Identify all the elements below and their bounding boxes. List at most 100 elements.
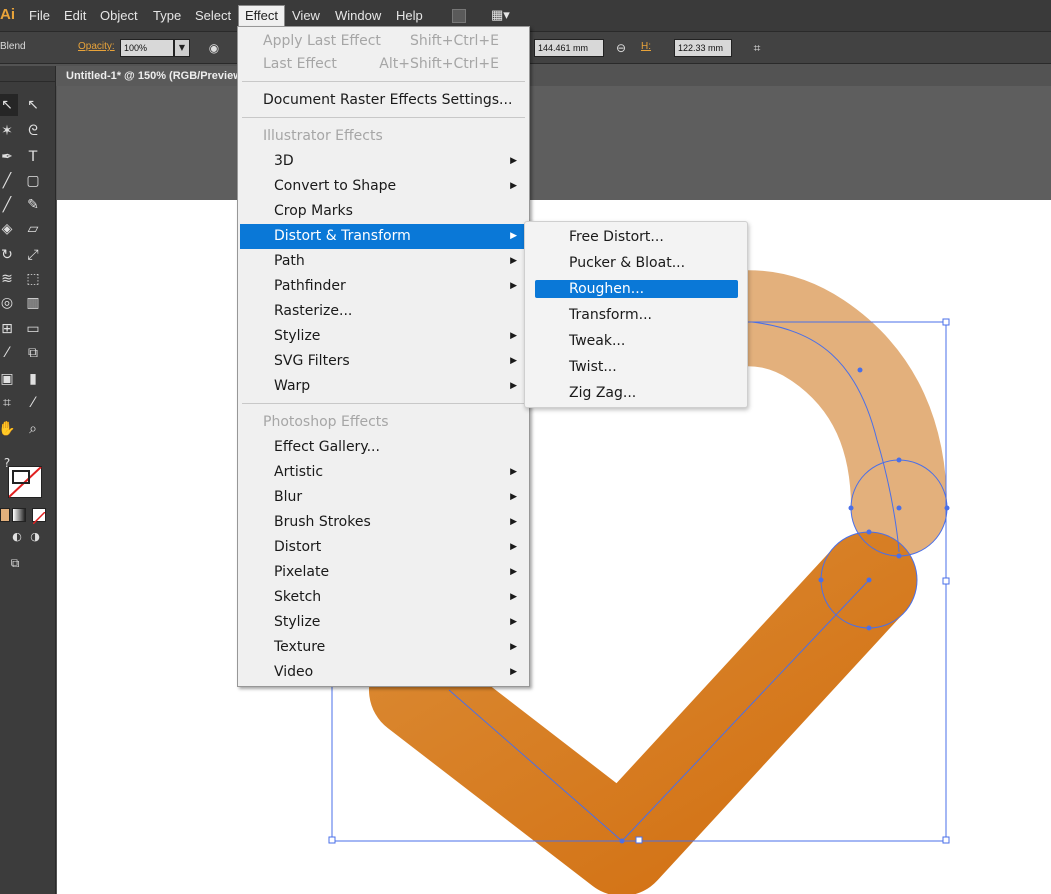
menu-item-stylize-ps[interactable]: Stylize ▶ bbox=[240, 610, 527, 635]
paintbrush-tool-icon[interactable]: ╱ bbox=[0, 194, 18, 216]
submenu-item-transform[interactable]: Transform... bbox=[535, 306, 738, 324]
none-mode-icon[interactable] bbox=[32, 508, 46, 525]
menu-item-pathfinder[interactable]: Pathfinder ▶ bbox=[240, 274, 527, 299]
submenu-arrow-icon: ▶ bbox=[510, 517, 517, 527]
document-raster-effects-settings-item[interactable]: Document Raster Effects Settings... bbox=[240, 88, 527, 113]
arrange-documents-icon[interactable]: ▦▾ bbox=[491, 7, 510, 23]
menu-item-effect-gallery[interactable]: Effect Gallery... bbox=[240, 435, 527, 460]
height-field[interactable]: 122.33 mm bbox=[674, 39, 732, 57]
menu-item-blur[interactable]: Blur ▶ bbox=[240, 485, 527, 510]
menu-item-texture[interactable]: Texture ▶ bbox=[240, 635, 527, 660]
menu-item-pixelate[interactable]: Pixelate ▶ bbox=[240, 560, 527, 585]
tools-panel: ↖ ↖ ✶ ᘓ ✒ T ╱ ▢ ╱ ✎ ◈ ▱ ↻ ⤢ ≋ ⬚ ◎ ▥ ⊞ ▭ … bbox=[0, 66, 56, 894]
opacity-dropdown[interactable]: ▼ bbox=[174, 39, 190, 57]
draw-behind-icon[interactable]: ◑ bbox=[24, 526, 46, 548]
menu-view[interactable]: View bbox=[292, 8, 320, 23]
height-label: H: bbox=[641, 41, 651, 52]
transform-icon[interactable]: ⌗ bbox=[749, 40, 765, 56]
rotate-tool-icon[interactable]: ↻ bbox=[0, 244, 18, 266]
mesh-tool-icon[interactable]: ⊞ bbox=[0, 318, 18, 340]
menu-item-convert-to-shape[interactable]: Convert to Shape ▶ bbox=[240, 174, 527, 199]
menu-item-sketch[interactable]: Sketch ▶ bbox=[240, 585, 527, 610]
selection-tool-icon[interactable]: ↖ bbox=[0, 94, 18, 116]
artboard-tool-icon[interactable]: ⌗ bbox=[0, 392, 18, 414]
width-field[interactable]: 144.461 mm bbox=[534, 39, 604, 57]
submenu-item-zig-zag[interactable]: Zig Zag... bbox=[535, 384, 738, 402]
menu-item-svg-filters[interactable]: SVG Filters ▶ bbox=[240, 349, 527, 374]
bridge-icon[interactable] bbox=[452, 9, 466, 23]
scale-tool-icon[interactable]: ⤢ bbox=[22, 244, 44, 266]
link-proportions-icon[interactable]: ⊖ bbox=[613, 40, 629, 56]
screen-mode-icon[interactable]: ⧉ bbox=[4, 552, 26, 574]
menu-file[interactable]: File bbox=[29, 8, 50, 23]
recolor-icon[interactable]: ◉ bbox=[206, 40, 222, 56]
menu-item-path[interactable]: Path ▶ bbox=[240, 249, 527, 274]
type-tool-icon[interactable]: T bbox=[22, 146, 44, 168]
menu-item-crop-marks[interactable]: Crop Marks bbox=[240, 199, 527, 224]
pen-tool-icon[interactable]: ✒ bbox=[0, 146, 18, 168]
bar-graph-tool-icon[interactable]: ▮ bbox=[22, 368, 44, 390]
rectangle-tool-icon[interactable]: ▢ bbox=[22, 170, 44, 192]
submenu-arrow-icon: ▶ bbox=[510, 381, 517, 391]
submenu-item-free-distort[interactable]: Free Distort... bbox=[535, 228, 738, 246]
blob-brush-tool-icon[interactable]: ◈ bbox=[0, 218, 18, 240]
submenu-item-roughen[interactable]: Roughen... bbox=[535, 280, 738, 298]
submenu-arrow-icon: ▶ bbox=[510, 356, 517, 366]
menu-item-distort-transform[interactable]: Distort & Transform ▶ bbox=[240, 224, 527, 249]
submenu-arrow-icon: ▶ bbox=[510, 467, 517, 477]
menu-window[interactable]: Window bbox=[335, 8, 381, 23]
submenu-arrow-icon: ▶ bbox=[510, 567, 517, 577]
pencil-tool-icon[interactable]: ✎ bbox=[22, 194, 44, 216]
eyedropper-tool-icon[interactable]: ⁄ bbox=[0, 342, 18, 364]
menu-help[interactable]: Help bbox=[396, 8, 423, 23]
submenu-item-tweak[interactable]: Tweak... bbox=[535, 332, 738, 350]
fill-stroke-swatch[interactable] bbox=[8, 466, 42, 498]
slice-tool-icon[interactable]: ⁄ bbox=[22, 392, 44, 414]
blend-tool-icon[interactable]: ⧉ bbox=[22, 342, 44, 364]
line-tool-icon[interactable]: ╱ bbox=[0, 170, 18, 192]
panel-grip[interactable] bbox=[0, 70, 56, 82]
opacity-label[interactable]: Opacity: bbox=[78, 41, 115, 52]
menu-item-warp[interactable]: Warp ▶ bbox=[240, 374, 527, 399]
effect-menu: Apply Last Effect Shift+Ctrl+E Last Effe… bbox=[237, 26, 530, 687]
menu-item-distort[interactable]: Distort ▶ bbox=[240, 535, 527, 560]
submenu-item-twist[interactable]: Twist... bbox=[535, 358, 738, 376]
color-mode-icon[interactable] bbox=[0, 508, 10, 522]
submenu-arrow-icon: ▶ bbox=[510, 256, 517, 266]
menu-item-3d[interactable]: 3D ▶ bbox=[240, 149, 527, 174]
free-transform-tool-icon[interactable]: ⬚ bbox=[22, 268, 44, 290]
menu-effect[interactable]: Effect bbox=[238, 5, 286, 27]
photoshop-effects-header: Photoshop Effects bbox=[263, 414, 389, 430]
shape-builder-tool-icon[interactable]: ◎ bbox=[0, 292, 18, 314]
menu-item-video[interactable]: Video ▶ bbox=[240, 660, 527, 685]
column-graph-tool-icon[interactable]: ▣ bbox=[0, 368, 18, 390]
document-tab[interactable]: Untitled-1* @ 150% (RGB/Preview) bbox=[56, 66, 246, 86]
submenu-arrow-icon: ▶ bbox=[510, 642, 517, 652]
menu-item-artistic[interactable]: Artistic ▶ bbox=[240, 460, 527, 485]
last-effect-item[interactable]: Last Effect Alt+Shift+Ctrl+E bbox=[240, 52, 527, 77]
submenu-arrow-icon: ▶ bbox=[510, 231, 517, 241]
direct-selection-tool-icon[interactable]: ↖ bbox=[22, 94, 44, 116]
gradient-tool-icon[interactable]: ▭ bbox=[22, 318, 44, 340]
hand-tool-icon[interactable]: ✋ bbox=[0, 418, 18, 440]
lasso-tool-icon[interactable]: ᘓ bbox=[22, 120, 44, 142]
width-tool-icon[interactable]: ≋ bbox=[0, 268, 18, 290]
menu-edit[interactable]: Edit bbox=[64, 8, 86, 23]
submenu-item-pucker-bloat[interactable]: Pucker & Bloat... bbox=[535, 254, 738, 272]
symbol-sprayer-tool-icon[interactable]: ▥ bbox=[22, 292, 44, 314]
zoom-tool-icon[interactable]: ⌕ bbox=[22, 418, 44, 440]
menu-item-brush-strokes[interactable]: Brush Strokes ▶ bbox=[240, 510, 527, 535]
submenu-arrow-icon: ▶ bbox=[510, 617, 517, 627]
opacity-field[interactable]: 100% bbox=[120, 39, 174, 57]
submenu-arrow-icon: ▶ bbox=[510, 156, 517, 166]
menu-object[interactable]: Object bbox=[100, 8, 138, 23]
menu-type[interactable]: Type bbox=[153, 8, 181, 23]
apply-last-effect-item[interactable]: Apply Last Effect Shift+Ctrl+E bbox=[240, 29, 527, 54]
magic-wand-tool-icon[interactable]: ✶ bbox=[0, 120, 18, 142]
menu-item-stylize[interactable]: Stylize ▶ bbox=[240, 324, 527, 349]
eraser-tool-icon[interactable]: ▱ bbox=[22, 218, 44, 240]
submenu-arrow-icon: ▶ bbox=[510, 542, 517, 552]
menu-select[interactable]: Select bbox=[195, 8, 231, 23]
menu-item-rasterize[interactable]: Rasterize... bbox=[240, 299, 527, 324]
gradient-mode-icon[interactable] bbox=[12, 508, 26, 522]
